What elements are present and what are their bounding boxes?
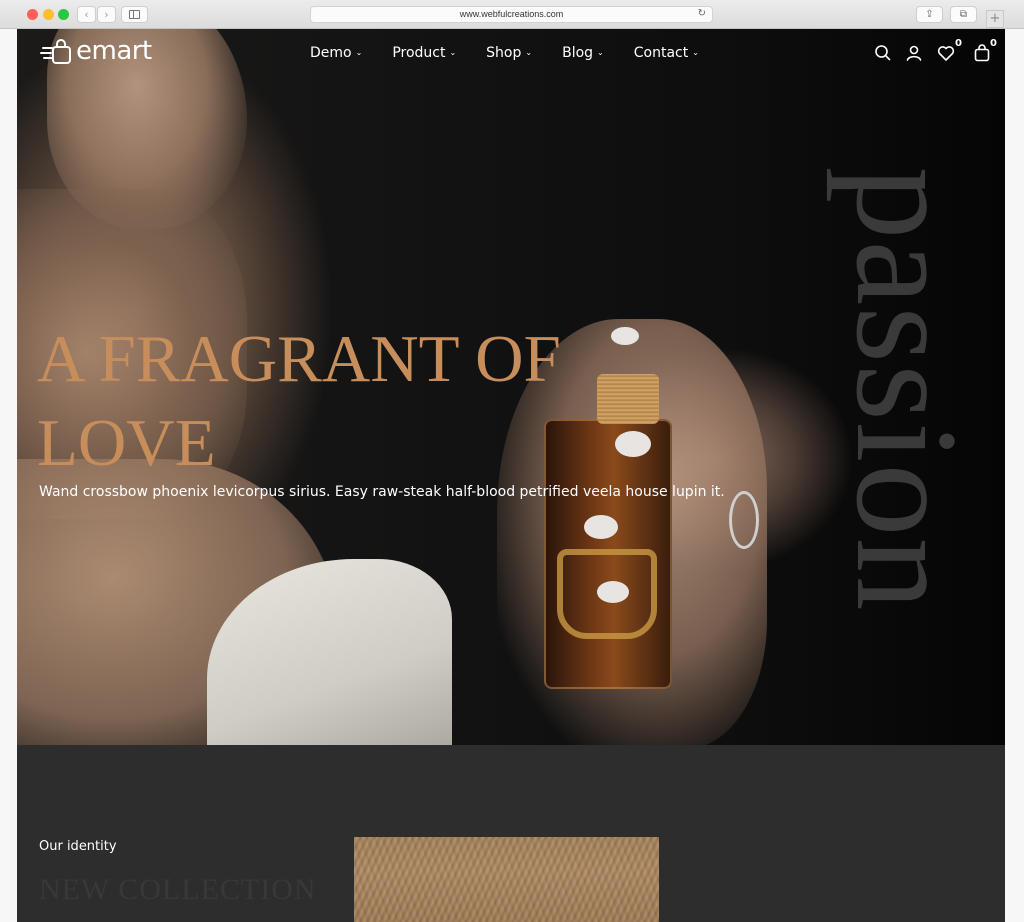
nav-label: Product <box>392 45 446 61</box>
minimize-window-button[interactable] <box>43 9 54 20</box>
header-actions: 0 0 <box>872 38 1002 64</box>
chevron-down-icon: ⌄ <box>692 48 699 57</box>
nav-label: Contact <box>633 45 689 61</box>
section-heading: NEW COLLECTION <box>39 873 317 906</box>
forward-button[interactable]: › <box>97 6 116 23</box>
hero-side-word: passion <box>826 149 988 649</box>
chevron-left-icon: ‹ <box>84 8 89 21</box>
share-button[interactable]: ⇪ <box>916 6 943 23</box>
page-margin-right <box>1005 29 1024 922</box>
shopping-bag-logo-icon <box>40 39 71 64</box>
search-icon[interactable] <box>872 42 894 64</box>
sidebar-toggle-button[interactable] <box>121 6 148 23</box>
tabs-icon: ⧉ <box>959 9 968 20</box>
wishlist-count-badge: 0 <box>955 38 962 49</box>
chevron-down-icon: ⌄ <box>597 48 604 57</box>
nav-item-blog[interactable]: Blog ⌄ <box>562 45 604 61</box>
url-text: www.webfulcreations.com <box>459 9 564 19</box>
ring-image <box>729 491 759 549</box>
new-tab-button[interactable]: + <box>986 10 1004 28</box>
section-eyebrow: Our identity <box>39 839 117 854</box>
site-logo[interactable]: emart <box>39 36 159 66</box>
fur-texture-image <box>354 837 659 922</box>
nav-item-product[interactable]: Product ⌄ <box>392 45 456 61</box>
wishlist-heart-icon[interactable] <box>935 42 957 64</box>
back-button[interactable]: ‹ <box>77 6 96 23</box>
chevron-down-icon: ⌄ <box>525 48 533 57</box>
hero-title: A FRAGRANT OF LOVE <box>37 322 561 480</box>
cart-count-badge: 0 <box>990 38 997 49</box>
address-bar[interactable]: www.webfulcreations.com ↻ <box>310 6 713 23</box>
fingernail-image <box>584 515 618 539</box>
nav-item-contact[interactable]: Contact ⌄ <box>634 45 699 61</box>
share-icon: ⇪ <box>925 9 934 20</box>
chevron-down-icon: ⌄ <box>355 48 363 57</box>
main-navigation: Demo ⌄ Product ⌄ Shop ⌄ Blog ⌄ Contact ⌄ <box>310 45 699 61</box>
nav-item-shop[interactable]: Shop ⌄ <box>486 45 532 61</box>
hero-banner: passion emart Demo ⌄ Product ⌄ Shop ⌄ Blog ⌄… <box>17 29 1005 745</box>
identity-section: Our identity NEW COLLECTION <box>17 745 1005 922</box>
fingernail-image <box>597 581 629 603</box>
plus-icon: + <box>989 11 1001 26</box>
reload-icon[interactable]: ↻ <box>698 8 706 19</box>
chevron-down-icon: ⌄ <box>449 48 457 57</box>
nav-item-demo[interactable]: Demo ⌄ <box>310 45 362 61</box>
nav-label: Blog <box>562 45 594 61</box>
close-window-button[interactable] <box>27 9 38 20</box>
sidebar-icon <box>129 10 140 19</box>
tab-overview-button[interactable]: ⧉ <box>950 6 977 23</box>
web-page: passion emart Demo ⌄ Product ⌄ Shop ⌄ Blog ⌄… <box>17 29 1005 922</box>
browser-toolbar: ‹ › www.webfulcreations.com ↻ ⇪ ⧉ + <box>0 0 1024 29</box>
chevron-right-icon: › <box>104 8 109 21</box>
logo-text: emart <box>76 36 152 66</box>
user-account-icon[interactable] <box>903 42 925 64</box>
passion-text: passion <box>826 166 988 612</box>
page-margin-left <box>0 29 17 922</box>
maximize-window-button[interactable] <box>58 9 69 20</box>
nav-label: Shop <box>486 45 522 61</box>
hero-subtitle: Wand crossbow phoenix levicorpus sirius.… <box>39 484 725 500</box>
nav-label: Demo <box>310 45 352 61</box>
